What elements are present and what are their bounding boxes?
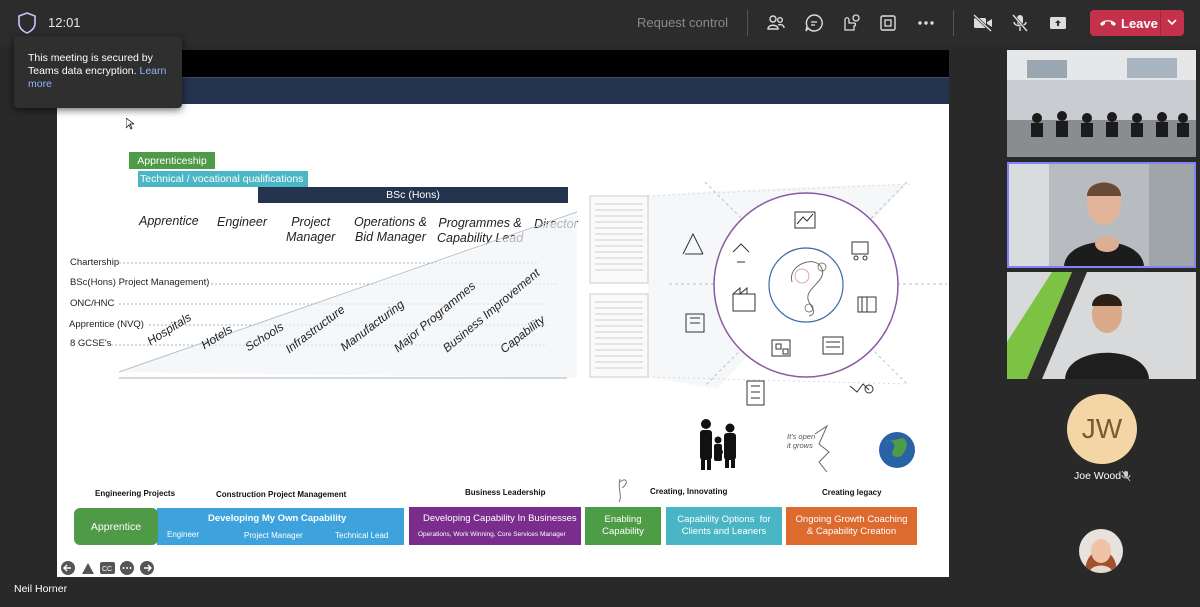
shield-icon[interactable]	[16, 11, 38, 35]
participant-video	[1007, 272, 1196, 379]
ongoing-growth-box: Ongoing Growth Coaching & Capability Cre…	[786, 507, 917, 545]
leave-button[interactable]: Leave	[1090, 10, 1184, 36]
avatar: JW	[1067, 394, 1137, 464]
phone-hangup-icon	[1100, 20, 1116, 26]
participant-tile-joe-wood[interactable]: JW Joe Wood	[1007, 384, 1196, 496]
room-video	[1007, 50, 1196, 157]
developing-business-label: Developing Capability In Businesses	[423, 513, 577, 524]
leave-label: Leave	[1121, 16, 1158, 31]
category-business-leadership: Business Leadership	[465, 488, 546, 497]
technical-lead-label: Technical Lead	[335, 531, 389, 540]
enabling-capability-box: Enabling Capability	[585, 507, 661, 545]
engineer-label: Engineer	[167, 530, 200, 539]
capability-options-box: Capability Options for Clients and Leane…	[666, 507, 782, 545]
leave-divider	[1160, 10, 1161, 36]
presenter-video	[1009, 164, 1194, 266]
video-tile-participant[interactable]	[1007, 272, 1196, 379]
toolbar-divider	[747, 10, 748, 36]
tree-caption: It's open it grows	[787, 432, 816, 450]
developing-own-capability-box: Developing My Own Capability Engineer Pr…	[157, 508, 404, 545]
developing-business-sub-label: Operations, Work Winning, Core Services …	[418, 531, 566, 538]
avatar	[1079, 529, 1123, 573]
encryption-tooltip: This meeting is secured by Teams data en…	[14, 36, 182, 108]
meeting-timer: 12:01	[48, 15, 81, 30]
video-tile-room[interactable]	[1007, 50, 1196, 157]
developing-own-label: Developing My Own Capability	[208, 513, 347, 524]
participant-name: Joe Wood	[1074, 470, 1122, 482]
slide-header-bar	[57, 77, 949, 104]
mouse-cursor	[126, 118, 134, 130]
video-tile-presenter[interactable]	[1007, 162, 1196, 268]
svg-text:CC: CC	[102, 566, 112, 573]
rooms-icon[interactable]	[876, 11, 900, 35]
muted-mic-icon	[1121, 470, 1131, 482]
more-icon[interactable]	[914, 11, 938, 35]
chat-icon[interactable]	[802, 11, 826, 35]
participant-tile-self[interactable]	[1007, 500, 1196, 600]
people-icon[interactable]	[764, 11, 788, 35]
mic-off-icon[interactable]	[1008, 11, 1032, 35]
apprentice-box: Apprentice	[74, 508, 158, 545]
developing-business-capability-box: Developing Capability In Businesses Oper…	[409, 507, 581, 545]
camera-off-icon[interactable]	[971, 11, 995, 35]
presentation-slide: Apprenticeship Technical / vocational qu…	[57, 104, 949, 577]
encryption-text: This meeting is secured by Teams data en…	[28, 52, 153, 77]
presenter-name: Neil Horner	[14, 583, 68, 595]
share-icon[interactable]	[1046, 11, 1070, 35]
chevron-down-icon[interactable]	[1165, 15, 1179, 29]
category-creating-legacy: Creating legacy	[822, 488, 882, 497]
request-control-button[interactable]: Request control	[637, 15, 728, 30]
category-construction-pm: Construction Project Management	[216, 490, 347, 499]
reactions-icon[interactable]	[839, 11, 863, 35]
toolbar-divider	[953, 10, 954, 36]
category-engineering-projects: Engineering Projects	[95, 489, 176, 498]
slide-nav-controls: CC	[61, 561, 154, 575]
project-manager-label: Project Manager	[244, 531, 303, 540]
category-creating-innovating: Creating, Innovating	[650, 487, 728, 496]
